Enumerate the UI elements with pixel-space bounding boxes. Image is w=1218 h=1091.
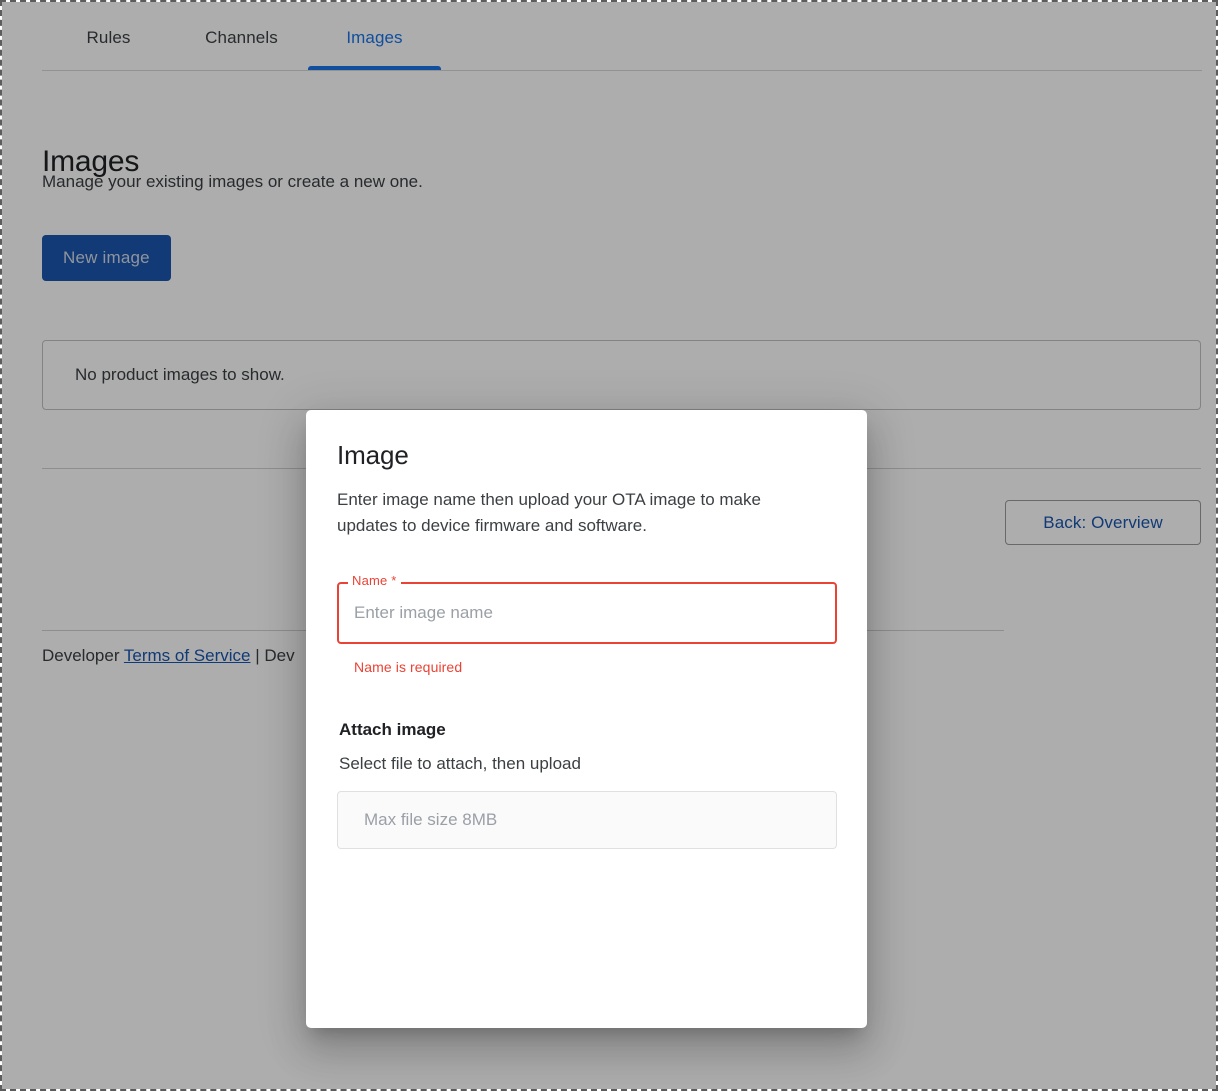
file-drop-box[interactable]: Max file size 8MB [337, 791, 837, 849]
dialog-title: Image [337, 440, 409, 470]
name-error-message: Name is required [354, 659, 463, 675]
image-dialog: Image Enter image name then upload your … [306, 410, 867, 1028]
dialog-description: Enter image name then upload your OTA im… [337, 490, 761, 535]
name-input[interactable] [339, 584, 835, 642]
attach-image-subheading: Select file to attach, then upload [339, 754, 581, 773]
file-size-hint: Max file size 8MB [364, 810, 498, 829]
browser-viewport: Rules Channels Images Images Manage your… [0, 0, 1218, 1091]
name-field-label: Name * [348, 573, 401, 589]
name-field[interactable]: Name * [337, 573, 837, 644]
attach-image-heading: Attach image [339, 720, 446, 739]
